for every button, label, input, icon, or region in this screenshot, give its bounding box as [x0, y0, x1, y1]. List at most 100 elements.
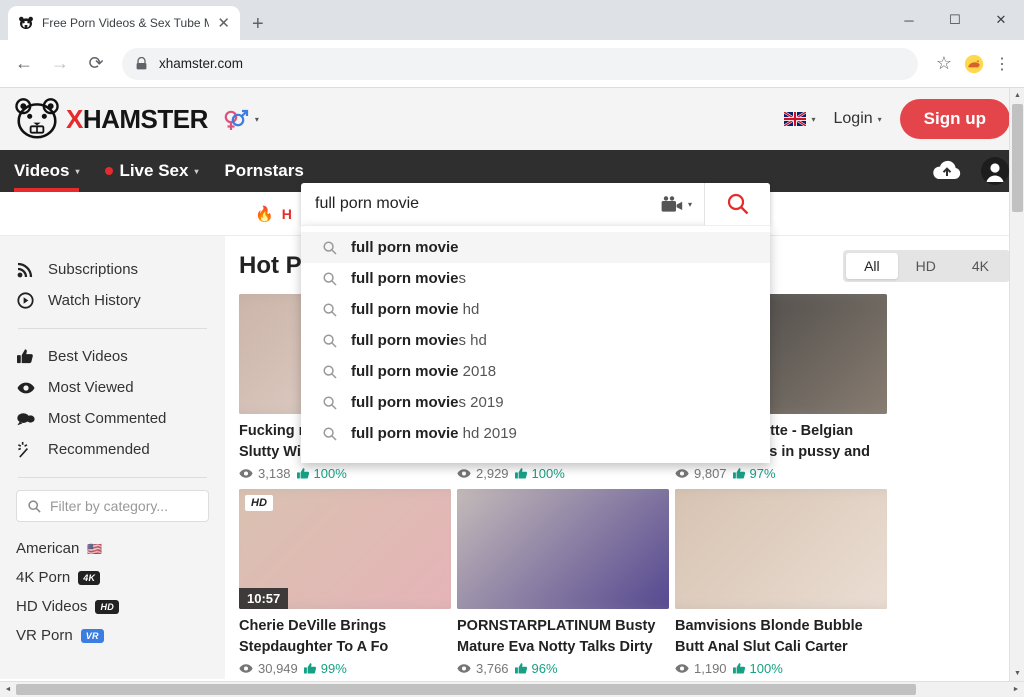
- search-icon: [323, 240, 337, 255]
- browser-tabstrip-area: Free Porn Videos & Sex Tube Mo ✕ + ─ ☐ ✕: [0, 0, 1024, 40]
- sidebar-item-subscriptions[interactable]: Subscriptions: [16, 254, 209, 285]
- scroll-right-arrow-icon[interactable]: ►: [1008, 682, 1024, 697]
- video-camera-icon: [661, 195, 683, 212]
- tab-4k[interactable]: 4K: [954, 253, 1007, 279]
- nav-videos-label: Videos: [14, 161, 70, 180]
- reload-button[interactable]: ⟳: [80, 48, 112, 80]
- site-logo-text: XHAMSTER: [66, 104, 208, 135]
- suggestion-text: full porn movie 2018: [351, 363, 497, 380]
- login-label: Login: [833, 110, 873, 127]
- tab-hd[interactable]: HD: [898, 253, 954, 279]
- eye-icon: [239, 469, 253, 478]
- horizontal-scrollbar[interactable]: ◄ ►: [0, 681, 1024, 697]
- scroll-down-arrow-icon[interactable]: ▼: [1010, 666, 1024, 681]
- video-card[interactable]: Bamvisions Blonde Bubble Butt Anal Slut …: [675, 489, 887, 676]
- rating-percent: 99%: [303, 661, 347, 676]
- thumbs-up-icon: [16, 348, 35, 365]
- window-close-button[interactable]: ✕: [978, 0, 1024, 40]
- search-suggestion-item[interactable]: full porn movies 2019: [301, 387, 770, 418]
- address-bar[interactable]: xhamster.com: [122, 47, 918, 80]
- nav-item-live-sex[interactable]: Live Sex ▾: [105, 150, 198, 192]
- view-count: 3,138: [239, 466, 291, 481]
- search-suggestion-item[interactable]: full porn movie: [301, 232, 770, 263]
- sidebar-item-most-commented[interactable]: Most Commented: [16, 403, 209, 434]
- user-avatar[interactable]: [980, 156, 1010, 186]
- search-icon: [323, 395, 337, 410]
- video-meta: 1,190 100%: [675, 661, 887, 676]
- category-label-4k-porn: 4K Porn: [16, 569, 71, 586]
- vertical-scrollbar[interactable]: ▲ ▼: [1009, 88, 1024, 697]
- site-header: XHAMSTER ▾ ▾ Login ▾ Sign up: [0, 88, 1024, 150]
- horizontal-scrollbar-thumb[interactable]: [16, 684, 916, 695]
- window-minimize-button[interactable]: ─: [886, 0, 932, 40]
- gender-orientation-icon[interactable]: ▾: [222, 106, 259, 132]
- nav-item-videos[interactable]: Videos ▾: [14, 150, 80, 192]
- sidebar-item-most-viewed[interactable]: Most Viewed: [16, 372, 209, 403]
- extension-icon[interactable]: [964, 54, 984, 74]
- search-suggestion-item[interactable]: full porn movie hd 2019: [301, 418, 770, 449]
- search-suggestion-item[interactable]: full porn movie 2018: [301, 356, 770, 387]
- sidebar-item-recommended[interactable]: Recommended: [16, 434, 209, 465]
- category-label-vr-porn: VR Porn: [16, 627, 73, 644]
- nav-item-pornstars[interactable]: Pornstars: [224, 150, 303, 192]
- search-type-selector[interactable]: ▾: [649, 183, 705, 225]
- thumbnail-image: [675, 489, 887, 609]
- video-meta: 9,807 97%: [675, 466, 887, 481]
- tab-all[interactable]: All: [846, 253, 898, 279]
- nav-right-actions: [932, 156, 1010, 186]
- scroll-left-arrow-icon[interactable]: ◄: [0, 682, 16, 697]
- browser-tab[interactable]: Free Porn Videos & Sex Tube Mo ✕: [8, 6, 240, 40]
- video-card[interactable]: HD 10:57 Cherie DeVille Brings Stepdaughte…: [239, 489, 451, 676]
- suggestion-text: full porn movies: [351, 270, 467, 287]
- video-title[interactable]: PORNSTARPLATINUM Busty Mature Eva Notty …: [457, 616, 669, 658]
- sidebar-divider-1: [18, 328, 207, 329]
- signup-button[interactable]: Sign up: [899, 99, 1010, 139]
- sidebar-category-4k-porn[interactable]: 4K Porn 4K: [16, 563, 209, 592]
- search-icon: [323, 364, 337, 379]
- category-filter-placeholder: Filter by category...: [50, 498, 169, 514]
- new-tab-button[interactable]: +: [252, 14, 264, 34]
- category-filter-input[interactable]: Filter by category...: [16, 490, 209, 522]
- logo-x: X: [66, 103, 83, 134]
- video-title[interactable]: Cherie DeVille Brings Stepdaughter To A …: [239, 616, 451, 658]
- sidebar-category-vr-porn[interactable]: VR Porn VR: [16, 621, 209, 650]
- view-count: 9,807: [675, 466, 727, 481]
- search-suggestions: full porn movie full porn movies full porn…: [301, 225, 770, 463]
- tab-close-icon[interactable]: ✕: [217, 16, 230, 31]
- vertical-scrollbar-thumb[interactable]: [1012, 104, 1023, 212]
- language-selector[interactable]: ▾: [784, 112, 816, 126]
- search-suggestion-item[interactable]: full porn movies hd: [301, 325, 770, 356]
- site-logo[interactable]: XHAMSTER: [14, 98, 208, 140]
- video-thumbnail[interactable]: [457, 489, 669, 609]
- upload-icon[interactable]: [932, 160, 962, 182]
- sidebar-label-most-commented: Most Commented: [48, 410, 167, 427]
- bookmark-star-icon[interactable]: ☆: [928, 48, 960, 80]
- video-thumbnail[interactable]: HD 10:57: [239, 489, 451, 609]
- video-duration: 10:57: [239, 588, 289, 609]
- back-button[interactable]: ←: [8, 48, 40, 80]
- window-maximize-button[interactable]: ☐: [932, 0, 978, 40]
- login-button[interactable]: Login ▾: [834, 110, 882, 128]
- eye-icon: [457, 469, 471, 478]
- search-input[interactable]: full porn movie: [301, 183, 649, 225]
- search-suggestion-item[interactable]: full porn movies: [301, 263, 770, 294]
- nav-pornstars-label: Pornstars: [224, 161, 304, 180]
- sidebar-item-best-videos[interactable]: Best Videos: [16, 341, 209, 372]
- scroll-up-arrow-icon[interactable]: ▲: [1010, 88, 1024, 103]
- sidebar-category-american[interactable]: American 🇺🇸: [16, 534, 209, 563]
- search-submit-button[interactable]: [705, 183, 770, 225]
- sidebar-category-hd-videos[interactable]: HD Videos HD: [16, 592, 209, 621]
- video-card[interactable]: PORNSTARPLATINUM Busty Mature Eva Notty …: [457, 489, 669, 676]
- thumbs-up-icon: [303, 663, 316, 674]
- view-count: 30,949: [239, 661, 298, 676]
- browser-menu-icon[interactable]: ⋮: [988, 48, 1016, 80]
- sidebar-label-watch-history: Watch History: [48, 292, 141, 309]
- tabstrip: Free Porn Videos & Sex Tube Mo ✕ +: [0, 0, 1024, 40]
- browser-toolbar: ← → ⟳ xhamster.com ☆ ⋮: [0, 40, 1024, 88]
- forward-button[interactable]: →: [44, 48, 76, 80]
- video-title[interactable]: Bamvisions Blonde Bubble Butt Anal Slut …: [675, 616, 887, 658]
- search-suggestion-item[interactable]: full porn movie hd: [301, 294, 770, 325]
- sidebar-item-watch-history[interactable]: Watch History: [16, 285, 209, 316]
- video-thumbnail[interactable]: [675, 489, 887, 609]
- video-meta: 2,929 100%: [457, 466, 669, 481]
